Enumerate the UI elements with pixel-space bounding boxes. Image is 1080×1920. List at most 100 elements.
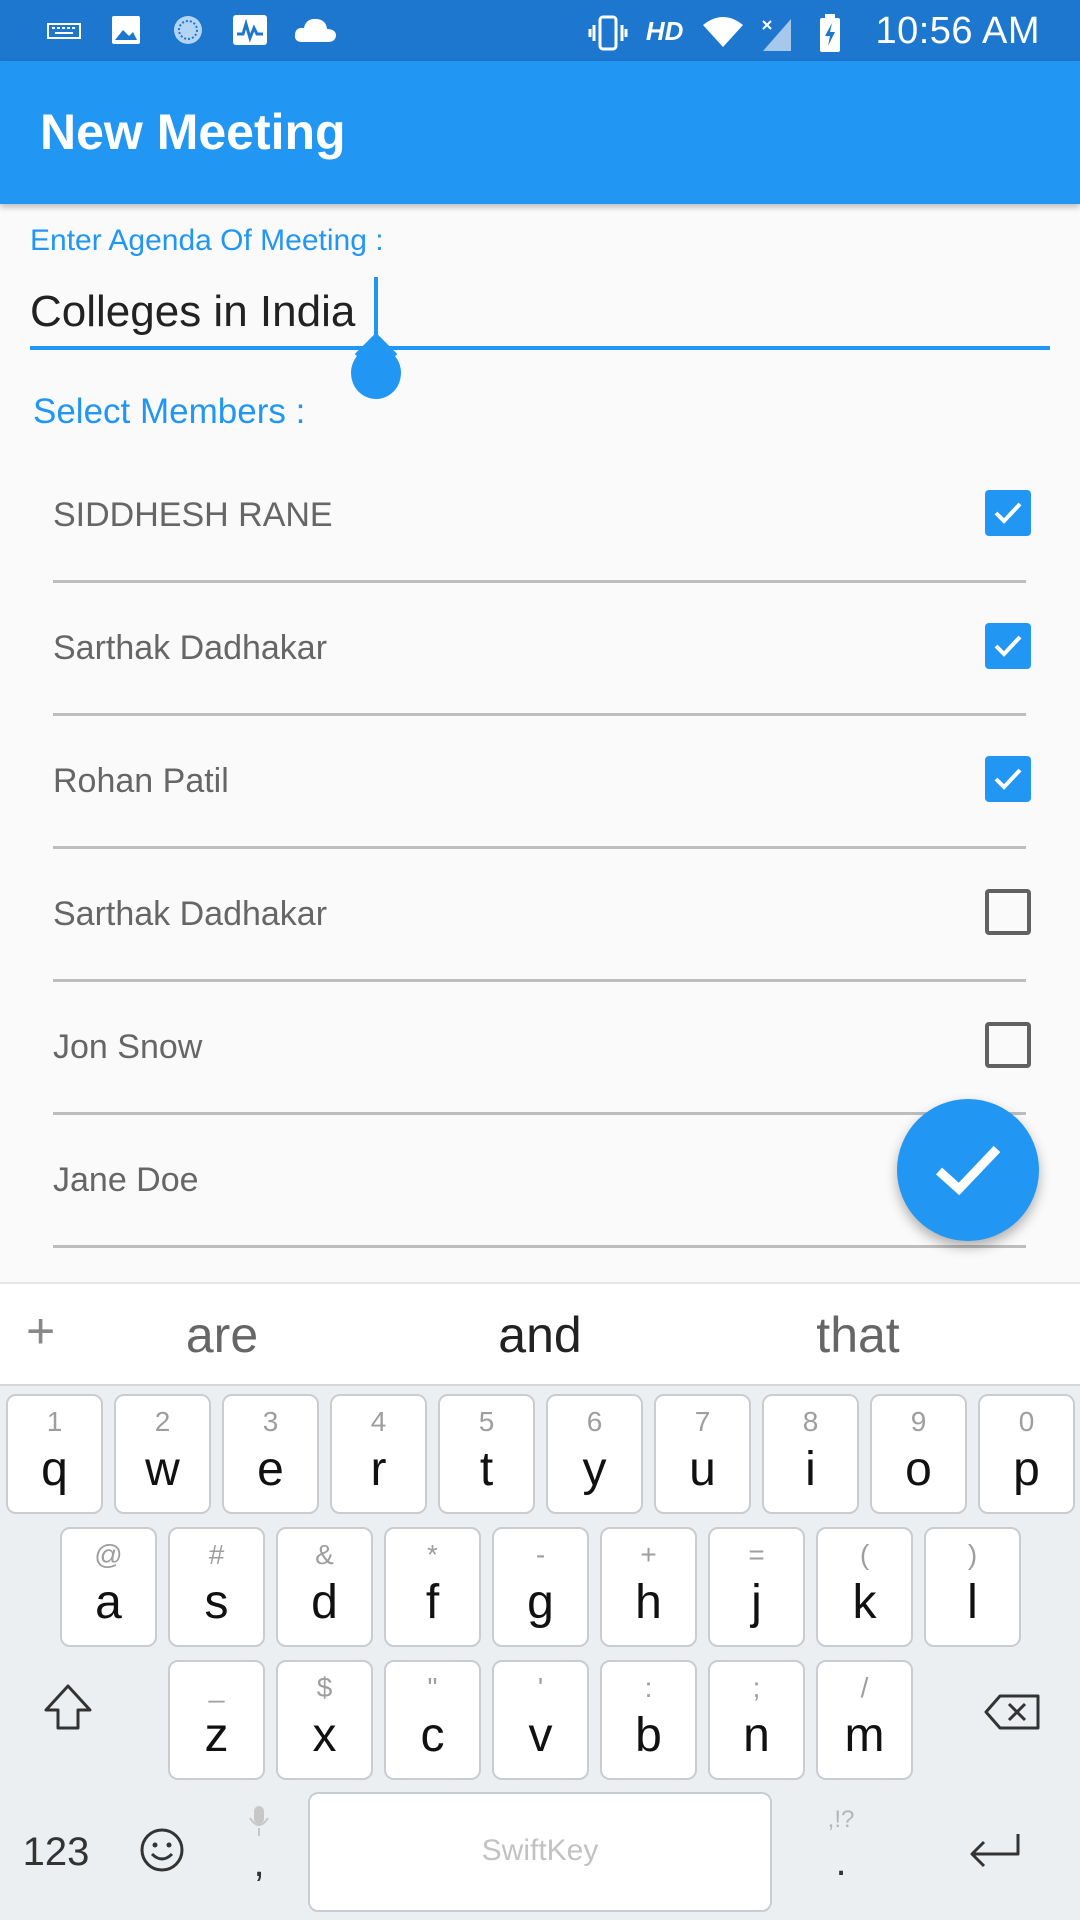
key-e[interactable]: 3e: [222, 1394, 319, 1514]
key-h[interactable]: + h: [600, 1527, 697, 1647]
key-t[interactable]: 5t: [438, 1394, 535, 1514]
microphone-icon: [249, 1806, 269, 1836]
key-hint: 1: [46, 1406, 63, 1437]
key-char: k: [852, 1576, 877, 1629]
key-char: o: [905, 1443, 932, 1496]
spacebar[interactable]: SwiftKey: [308, 1792, 772, 1912]
key-s[interactable]: # s: [168, 1527, 265, 1647]
key-a[interactable]: @ a: [60, 1527, 157, 1647]
member-row[interactable]: Jane Doe: [53, 1115, 1026, 1248]
key-char: y: [582, 1443, 607, 1496]
comma-key[interactable]: ,: [236, 1804, 282, 1904]
key-char: j: [751, 1576, 762, 1629]
key-v[interactable]: ' v: [492, 1660, 589, 1780]
chakra-icon: [168, 12, 208, 48]
key-r[interactable]: 4r: [330, 1394, 427, 1514]
key-m[interactable]: / m: [816, 1660, 913, 1780]
key-char: e: [257, 1443, 284, 1496]
key-z[interactable]: _ z: [168, 1660, 265, 1780]
enter-key[interactable]: [962, 1830, 1026, 1880]
check-icon: [935, 1145, 1001, 1196]
key-char: z: [204, 1709, 229, 1762]
key-char: h: [635, 1576, 662, 1629]
member-row[interactable]: Rohan Patil: [53, 716, 1031, 849]
member-checkbox[interactable]: [985, 889, 1031, 935]
numbers-key[interactable]: 123: [16, 1830, 96, 1875]
confirm-fab-button[interactable]: [897, 1099, 1039, 1241]
key-y[interactable]: 6y: [546, 1394, 643, 1514]
key-hint: _: [208, 1672, 225, 1703]
key-k[interactable]: (k: [816, 1527, 913, 1647]
key-c[interactable]: " c: [384, 1660, 481, 1780]
plus-icon[interactable]: +: [26, 1302, 55, 1360]
suggestion-bar: + are and that: [0, 1282, 1080, 1386]
key-f[interactable]: * f: [384, 1527, 481, 1647]
key-hint: 4: [370, 1406, 387, 1437]
member-row[interactable]: SIDDHESH RANE: [53, 450, 1031, 583]
key-p[interactable]: 0p: [978, 1394, 1075, 1514]
backspace-key[interactable]: [980, 1692, 1044, 1742]
key-hint: &: [315, 1539, 334, 1570]
key-char: d: [311, 1576, 338, 1629]
key-hint: @: [94, 1539, 123, 1570]
period-label: .: [835, 1840, 847, 1884]
key-hint: 0: [1018, 1406, 1035, 1437]
key-l[interactable]: ) l: [924, 1527, 1021, 1647]
member-row[interactable]: Sarthak Dadhakar: [53, 583, 1031, 716]
key-o[interactable]: 9o: [870, 1394, 967, 1514]
member-name: SIDDHESH RANE: [53, 496, 333, 534]
keyboard-icon: [44, 12, 84, 48]
key-hint: (: [859, 1539, 870, 1570]
key-hint: $: [316, 1672, 333, 1703]
period-hint: ,!?: [827, 1806, 855, 1833]
key-j[interactable]: = j: [708, 1527, 805, 1647]
key-char: v: [528, 1709, 553, 1762]
suggestion-right[interactable]: that: [738, 1306, 978, 1364]
member-checkbox[interactable]: [985, 623, 1031, 669]
member-row[interactable]: Jon Snow: [53, 982, 1031, 1115]
system-status: HD 10:56 AM: [588, 8, 1040, 54]
key-char: q: [41, 1443, 68, 1496]
key-char: a: [95, 1576, 122, 1629]
key-hint: :: [644, 1672, 653, 1703]
key-u[interactable]: 7u: [654, 1394, 751, 1514]
member-name: Jane Doe: [53, 1161, 199, 1199]
member-checkbox[interactable]: [985, 1022, 1031, 1068]
enter-icon: [970, 1834, 1020, 1868]
key-d[interactable]: & d: [276, 1527, 373, 1647]
member-checkbox[interactable]: [985, 490, 1031, 536]
key-n[interactable]: ; n: [708, 1660, 805, 1780]
key-char: w: [145, 1443, 180, 1496]
period-key[interactable]: ,!? .: [816, 1806, 866, 1906]
key-char: b: [635, 1709, 662, 1762]
suggestion-left[interactable]: are: [102, 1306, 342, 1364]
key-hint: 2: [154, 1406, 171, 1437]
member-name: Rohan Patil: [53, 762, 229, 800]
key-hint: #: [208, 1539, 225, 1570]
key-hint: 5: [478, 1406, 495, 1437]
key-w[interactable]: 2w: [114, 1394, 211, 1514]
key-q[interactable]: 1q: [6, 1394, 103, 1514]
key-i[interactable]: 8i: [762, 1394, 859, 1514]
shift-key[interactable]: [38, 1682, 98, 1742]
key-x[interactable]: $ x: [276, 1660, 373, 1780]
page-title: New Meeting: [40, 104, 346, 160]
key-char: p: [1013, 1443, 1040, 1496]
agenda-input[interactable]: [30, 278, 1050, 350]
member-row[interactable]: Sarthak Dadhakar: [53, 849, 1031, 982]
key-b[interactable]: :b: [600, 1660, 697, 1780]
member-checkbox[interactable]: [985, 756, 1031, 802]
status-bar: HD 10:56 AM: [0, 0, 1080, 61]
members-label: Select Members :: [33, 392, 306, 431]
key-char: x: [312, 1709, 337, 1762]
key-char: c: [420, 1709, 445, 1762]
suggestion-middle[interactable]: and: [420, 1306, 660, 1364]
key-hint: ;: [752, 1672, 761, 1703]
activity-icon: [230, 12, 270, 48]
key-hint: ": [427, 1672, 438, 1703]
key-g[interactable]: -g: [492, 1527, 589, 1647]
key-char: s: [204, 1576, 229, 1629]
cursor-handle[interactable]: [351, 347, 401, 399]
key-hint: -: [535, 1539, 546, 1570]
emoji-key[interactable]: [136, 1826, 188, 1878]
